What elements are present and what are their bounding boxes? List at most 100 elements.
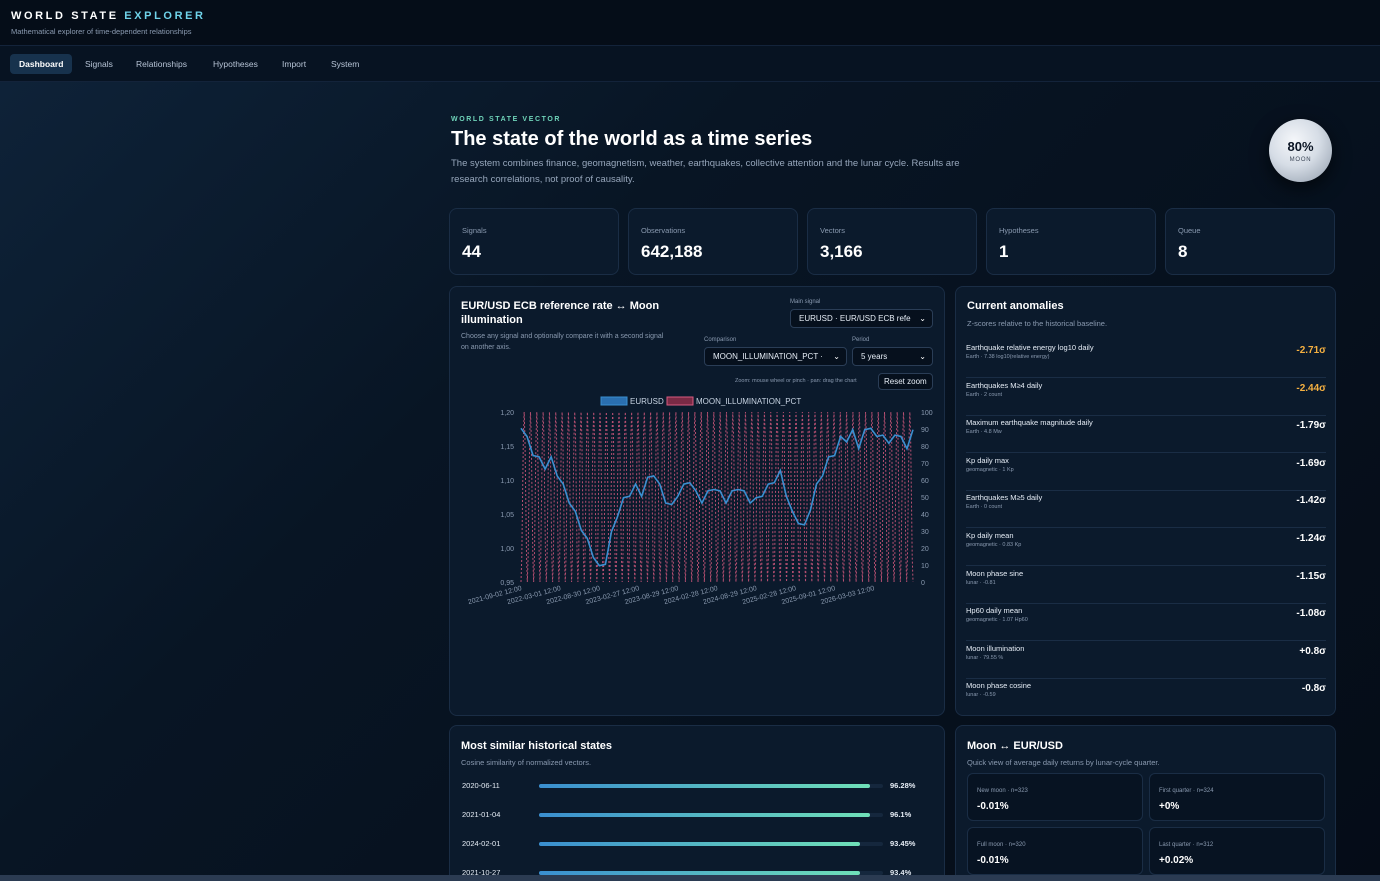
zoom-hint: Zoom: mouse wheel or pinch · pan: drag t… [735,378,857,384]
chart-legend: EURUSD MOON_ILLUMINATION_PCT [600,396,801,406]
main-signal-value: EURUSD · EUR/USD ECB refe [799,314,911,323]
comparison-select[interactable]: MOON_ILLUMINATION_PCT · ⌄ [704,347,847,366]
right-axis-tick: 100 [921,410,933,417]
anomaly-row[interactable]: Earthquakes M≥5 daily Earth · 0 count -1.4… [966,491,1326,529]
similarity-bar [539,813,883,817]
right-axis-tick: 50 [921,495,929,502]
app-subtitle: Mathematical explorer of time-dependent … [11,27,192,36]
moon-fx-subtitle: Quick view of average daily returns by l… [967,758,1160,767]
anomaly-name: Moon illumination [966,643,1025,653]
anomaly-meta: lunar · -0.81 [966,579,996,586]
comparison-label: Comparison [704,337,737,343]
main-signal-select[interactable]: EURUSD · EUR/USD ECB refe ⌄ [790,309,933,328]
chart-title: EUR/USD ECB reference rate ↔ Moon illumi… [461,300,660,326]
tab-relationships[interactable]: Relationships [127,54,196,74]
page-title: The state of the world as a time series [451,128,813,150]
quarter-full-moon: Full moon · n=320 -0.01% [967,827,1143,875]
anomaly-zscore: -1.42σ [1296,495,1326,507]
anomaly-row[interactable]: Moon phase cosine lunar · -0.59 -0.8σ [966,679,1326,715]
moon-illumination-badge: 80% MOON [1269,119,1332,182]
similar-date: 2020-06-11 [462,781,500,790]
quarter-new-moon: New moon · n=323 -0.01% [967,773,1143,821]
app-brand: WORLD STATE EXPLORER [11,10,206,22]
anomaly-row[interactable]: Earthquakes M≥4 daily Earth · 2 count -2.4… [966,379,1326,416]
anomaly-row[interactable]: Hp60 daily mean geomagnetic · 1.07 Hp60 -1… [966,604,1326,642]
quarter-last-quarter: Last quarter · n=312 +0.02% [1149,827,1325,875]
quarter-first-quarter: First quarter · n=324 +0% [1149,773,1325,821]
chart-description: Choose any signal and optionally compare… [461,333,664,351]
anomalies-title: Current anomalies [967,300,1064,312]
chevron-down-icon: ⌄ [833,352,840,361]
quarter-value: -0.01% [977,855,1009,866]
tab-import[interactable]: Import [273,54,315,74]
hero-description: The system combines finance, geomagnetis… [451,158,960,185]
similar-date: 2021-01-04 [462,810,501,819]
stat-value: 44 [462,242,481,261]
right-axis-tick: 70 [921,461,929,468]
anomaly-zscore: -1.79σ [1296,420,1326,432]
left-axis-tick: 1,00 [500,546,514,553]
main-nav: Dashboard Signals Relationships Hypothes… [0,46,1380,82]
anomaly-row[interactable]: Moon phase sine lunar · -0.81 -1.15σ [966,567,1326,604]
anomaly-zscore: -2.44σ [1296,382,1326,394]
legend-swatch-eurusd [600,396,628,406]
quarter-label: Full moon · n=320 [977,842,1026,848]
anomalies-card: Current anomalies Z-scores relative to t… [955,286,1336,716]
period-value: 5 years [861,352,888,361]
chevron-down-icon: ⌄ [919,314,926,323]
stat-hypotheses: Hypotheses 1 [986,208,1156,275]
anomaly-row[interactable]: Earthquake relative energy log10 daily Ea… [966,341,1326,378]
anomaly-row[interactable]: Maximum earthquake magnitude daily Earth … [966,416,1326,454]
anomaly-row[interactable]: Kp daily max geomagnetic · 1 Kp -1.69σ [966,454,1326,491]
anomaly-meta: geomagnetic · 1.07 Hp60 [966,617,1028,624]
right-axis-tick: 40 [921,512,929,519]
anomaly-name: Kp daily max [966,455,1009,465]
period-select[interactable]: 5 years ⌄ [852,347,933,366]
anomaly-row[interactable]: Kp daily mean geomagnetic · 0.83 Kp -1.24σ [966,529,1326,566]
similar-state-row[interactable]: 2021-01-04 96.1% [462,810,922,839]
tab-system[interactable]: System [322,54,368,74]
right-axis-tick: 20 [921,546,929,553]
stat-value: 3,166 [820,242,863,261]
anomaly-name: Earthquakes M≥4 daily [966,380,1043,390]
similarity-bar [539,842,883,846]
signal-chart-card: EUR/USD ECB reference rate ↔ Moon illumi… [449,286,945,716]
tab-signals[interactable]: Signals [76,54,122,74]
tab-dashboard[interactable]: Dashboard [10,54,73,74]
anomaly-name: Kp daily mean [966,531,1014,540]
signal-chart[interactable]: EURUSD MOON_ILLUMINATION_PCT 1,20 1,15 1,1… [450,387,945,617]
comparison-value: MOON_ILLUMINATION_PCT · [713,352,823,361]
similarity-bar-fill [539,842,861,846]
quarter-value: +0% [1159,801,1180,812]
app-header: WORLD STATE EXPLORER Mathematical explor… [0,0,1380,46]
quarter-value: -0.01% [977,801,1009,812]
anomaly-zscore: -1.24σ [1296,533,1326,544]
anomaly-meta: Earth · 7.38 log10(relative energy) [966,354,1050,360]
anomaly-zscore: +0.8σ [1299,645,1326,657]
similarity-bar-fill [539,813,870,817]
bottom-scroll-strip [0,875,1380,881]
anomaly-zscore: -1.15σ [1296,570,1326,582]
main-signal-label: Main signal [790,299,821,305]
left-axis-tick: 1,20 [500,410,514,417]
anomaly-meta: lunar · -0.59 [966,692,996,699]
x-axis: 2021-09-02 12:002022-03-01 12:002022-08-… [467,585,875,606]
left-axis-tick: 1,05 [500,512,514,519]
tab-hypotheses[interactable]: Hypotheses [204,54,267,74]
hero-kicker: WORLD STATE VECTOR [451,116,562,123]
brand-accent: EXPLORER [124,10,206,22]
stat-signals: Signals 44 [449,208,619,275]
right-axis-tick: 80 [921,444,929,451]
anomaly-zscore: -0.8σ [1301,683,1326,695]
anomaly-zscore: -1.69σ [1296,457,1326,469]
legend-swatch-moon [666,396,694,406]
anomaly-meta: Earth · 0 count [966,504,1003,511]
stat-label: Queue [1178,226,1201,235]
stat-observations: Observations 642,188 [628,208,798,275]
anomaly-row[interactable]: Moon illumination lunar · 79.55 % +0.8σ [966,642,1326,679]
similar-state-row[interactable]: 2024-02-01 93.45% [462,839,922,868]
similarity-pct: 96.1% [890,810,912,819]
similar-state-row[interactable]: 2020-06-11 96.28% [462,781,922,810]
stat-label: Observations [641,226,686,235]
anomalies-subtitle: Z-scores relative to the historical base… [967,319,1108,328]
